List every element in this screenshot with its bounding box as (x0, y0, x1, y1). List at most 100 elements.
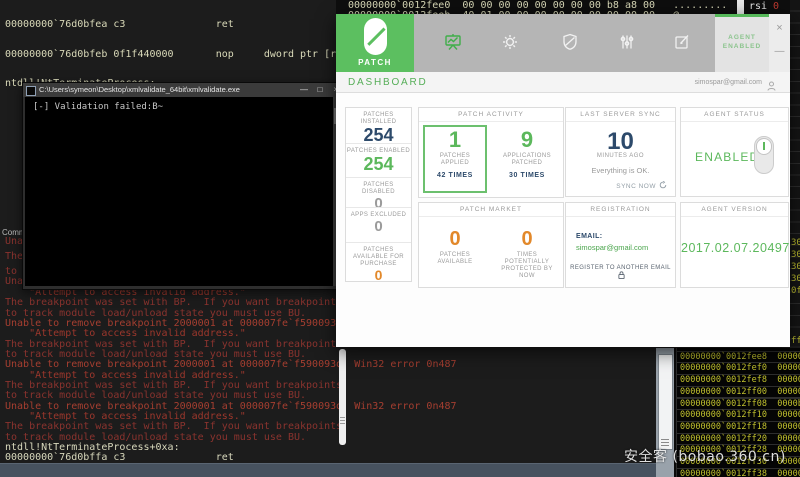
panel-title: AGENT STATUS (681, 108, 788, 122)
lock-icon (618, 271, 625, 279)
memory-value: 000000 (777, 348, 800, 350)
activity-sub: 42 TIMES (419, 172, 491, 179)
register-fragment: 30 (791, 262, 800, 272)
memory-value: 000000 (777, 410, 800, 420)
logo-label: PATCH (336, 58, 414, 67)
register-another-email-button[interactable]: REGISTER TO ANOTHER EMAIL (566, 265, 675, 280)
stat-value: 0 (346, 196, 411, 208)
memory-address: 00000000`0012ff20 (680, 434, 767, 444)
register-fragment: 30 (791, 250, 800, 260)
output-fragment: Una (5, 276, 23, 287)
memory-address: 00000000`0012ff18 (680, 422, 767, 432)
activity-applications-patched[interactable]: 9 APPLICATIONS PATCHED 30 TIMES (491, 121, 563, 197)
registered-email: simospar@gmail.com (576, 243, 648, 252)
output-line: The breakpoint was set with BP. If you w… (5, 298, 342, 308)
output-fragment: The (5, 251, 23, 262)
registers-pane-edge: 30 30 30 30 0f ff (790, 0, 800, 346)
register-fragment: 30 (791, 238, 800, 248)
agent-enabled-badge: AGENT ENABLED (715, 14, 769, 72)
page-title-bar: DASHBOARD simospar@gmail.com (336, 72, 790, 93)
account-person-icon (767, 78, 776, 88)
output-fragment: Una (5, 236, 23, 247)
patch-activity-panel: PATCH ACTIVITY 1 PATCHES APPLIED 42 TIME… (418, 107, 564, 198)
cmd-window-title: C:\Users\symeon\Desktop\xmlvalidate_64bi… (39, 83, 240, 97)
sync-now-label: SYNC NOW (616, 183, 656, 190)
stat-patches-disabled: PATCHES DISABLED 0 (346, 178, 411, 208)
panel-title: LAST SERVER SYNC (566, 108, 675, 122)
agent-badge-line: ENABLED (715, 42, 769, 51)
memory-address: 00000000`0012ff08 (680, 399, 767, 409)
output-line: "Attempt to access invalid address." (5, 329, 246, 339)
patch-market-panel: PATCH MARKET 0 PATCHES AVAILABLE 0 TIMES… (418, 202, 564, 288)
settings-gear-icon[interactable] (501, 33, 519, 51)
market-times-protected: 0 TIMES POTENTIALLY PROTECTED BY NOW (491, 216, 563, 287)
register-value: 0 (773, 1, 779, 12)
memory-address: 00000000`0012ff38 (680, 469, 767, 477)
pane-splitter[interactable] (339, 349, 346, 445)
app-minimize-button[interactable]: — (769, 46, 790, 57)
agent-version-panel: AGENT VERSION 2017.02.07.20497 (680, 202, 789, 288)
memory-address: 00000000`0012fef0 (680, 363, 767, 373)
register-fragment: ff (791, 336, 800, 346)
page-title: DASHBOARD (348, 72, 428, 93)
memory-value: 000000 (777, 422, 800, 432)
memory-scrollbar-thumb[interactable] (658, 354, 673, 450)
activity-value: 9 (491, 129, 563, 151)
output-line: to track module load/unload state you mu… (5, 391, 306, 401)
app-close-button[interactable]: × (769, 22, 790, 34)
shield-exclusions-icon[interactable] (561, 33, 579, 51)
stat-patches-enabled: PATCHES ENABLED 254 (346, 144, 411, 178)
stat-label: PATCHES DISABLED (346, 178, 411, 196)
register-edit-icon[interactable] (673, 33, 691, 51)
app-header: PATCH (336, 14, 790, 72)
sliders-settings-icon[interactable] (618, 33, 636, 51)
stat-label: PATCHES INSTALLED (346, 108, 411, 126)
memory-address: 00000000`0012fee8 (680, 352, 767, 362)
cmd-minimize-button[interactable]: — (296, 83, 312, 97)
dashboard-main: PATCHES INSTALLED 254 PATCHES ENABLED 25… (336, 93, 790, 347)
agent-badge-line: AGENT (715, 33, 769, 42)
stat-label: PATCHES AVAILABLE FOR PURCHASE (346, 243, 411, 268)
memory-value: 000000 (777, 434, 800, 444)
memory-value: 000000 (777, 352, 800, 362)
output-line: Unable to remove breakpoint 2000001 at 0… (5, 360, 457, 370)
windbg-status-bar (0, 463, 657, 477)
window-controls: × — (769, 14, 790, 72)
market-patches-available: 0 PATCHES AVAILABLE (419, 216, 491, 287)
memory-value: 000000 (777, 363, 800, 373)
market-label: PATCHES AVAILABLE (419, 252, 491, 266)
site-watermark: 安全客 (bobao.360.cn) (624, 446, 786, 466)
market-value: 0 (491, 228, 563, 250)
panel-title: PATCH ACTIVITY (419, 108, 563, 122)
stats-column: PATCHES INSTALLED 254 PATCHES ENABLED 25… (345, 107, 412, 282)
agent-version-value: 2017.02.07.20497 (681, 241, 788, 255)
refresh-icon (659, 181, 667, 189)
cmd-title-bar[interactable]: C:\Users\symeon\Desktop\xmlvalidate_64bi… (23, 83, 346, 97)
panel-title: PATCH MARKET (419, 203, 563, 217)
sync-minutes-value: 10 (566, 128, 675, 156)
activity-patches-applied[interactable]: 1 PATCHES APPLIED 42 TIMES (419, 121, 491, 197)
activity-label: APPLICATIONS PATCHED (491, 153, 563, 167)
memory-value: 000000 (777, 387, 800, 397)
memory-address: 00000000`0012ff10 (680, 410, 767, 420)
cmd-window: C:\Users\symeon\Desktop\xmlvalidate_64bi… (22, 82, 347, 290)
output-line: The breakpoint was set with BP. If you w… (5, 422, 342, 432)
dashboard-tab-icon[interactable] (444, 33, 462, 51)
memory-row: 00000000`0012ff38 000000 (676, 468, 800, 477)
last-server-sync-panel: LAST SERVER SYNC 10 MINUTES AGO Everythi… (565, 107, 676, 197)
cmd-maximize-button[interactable]: □ (312, 83, 328, 97)
stat-patches-for-purchase: PATCHES AVAILABLE FOR PURCHASE 0 (346, 243, 411, 283)
registers-scrollbar[interactable] (737, 0, 744, 14)
register-fragment: 0f (791, 286, 800, 296)
cmd-console-body: [-] Validation failed:B~ ▲ (25, 97, 344, 286)
memory-address: 00000000`0012fee0 (680, 348, 767, 350)
register-name: rsi (749, 1, 767, 12)
screenshot-root: 00000000`76d0bfea c3 ret 00000000`76d0bf… (0, 0, 800, 477)
stat-value: 0 (346, 219, 411, 236)
activity-value: 1 (419, 129, 491, 151)
account-email: simospar@gmail.com (695, 72, 762, 93)
agent-toggle-switch[interactable] (754, 136, 774, 174)
register-fragment: 30 (791, 274, 800, 284)
stat-value: 254 (346, 155, 411, 175)
sync-now-button[interactable]: SYNC NOW (616, 181, 667, 190)
